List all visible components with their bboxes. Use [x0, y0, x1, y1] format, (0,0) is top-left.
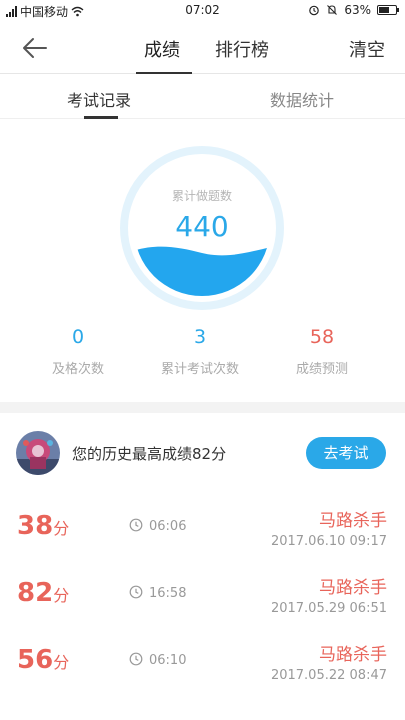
gauge-label: 累计做题数: [171, 189, 232, 203]
stat-label: 及格次数: [51, 362, 104, 377]
battery-percent: 63%: [344, 3, 371, 17]
stat-label: 累计考试次数: [160, 362, 239, 377]
mute-icon: [327, 5, 338, 15]
tab-leaderboard[interactable]: 排行榜: [215, 36, 269, 62]
exam-record-row[interactable]: 56分 06:10 马路杀手 2017.05.22 08:47: [0, 637, 405, 703]
record-score: 56分: [17, 645, 69, 675]
gauge-value: 440: [175, 210, 229, 243]
stat-pass-count: 0 及格次数: [23, 326, 133, 377]
score-unit: 分: [53, 653, 70, 672]
record-duration: 06:06: [149, 519, 187, 534]
section-divider: [0, 402, 405, 413]
exam-record-row[interactable]: 38分 06:06 马路杀手 2017.06.10 09:17: [0, 503, 405, 569]
clock-icon: [129, 652, 143, 666]
active-subtab-indicator: [84, 116, 118, 119]
score-unit: 分: [53, 586, 70, 605]
score-unit: 分: [53, 519, 70, 538]
stat-label: 成绩预测: [295, 362, 348, 377]
score-number: 82: [17, 578, 54, 608]
stat-value: 3: [193, 326, 207, 348]
question-count-gauge: 累计做题数 440: [120, 146, 284, 310]
stat-score-prediction: 58 成绩预测: [267, 326, 377, 377]
score-number: 38: [17, 511, 54, 541]
tab-data-stats[interactable]: 数据统计: [270, 87, 334, 111]
alarm-icon: [309, 5, 320, 16]
stat-exam-count: 3 累计考试次数: [145, 326, 255, 377]
best-score-text: 您的历史最高成绩82分: [72, 445, 227, 463]
tab-exam-records[interactable]: 考试记录: [67, 87, 131, 111]
record-title: 马路杀手: [319, 511, 387, 531]
sub-tabs: 考试记录 数据统计: [0, 75, 405, 119]
avatar[interactable]: [16, 431, 60, 475]
record-duration: 16:58: [149, 586, 187, 601]
battery-icon: [377, 5, 399, 15]
back-arrow-icon[interactable]: [20, 34, 50, 62]
clock-icon: [129, 585, 143, 599]
stat-value: 0: [71, 326, 85, 348]
start-exam-button[interactable]: 去考试: [306, 437, 386, 469]
nav-bar: 成绩 排行榜 清空: [0, 22, 405, 74]
clock-icon: [129, 518, 143, 532]
record-title: 马路杀手: [319, 578, 387, 598]
score-number: 56: [17, 645, 54, 675]
active-tab-indicator: [136, 72, 192, 74]
record-title: 马路杀手: [319, 645, 387, 665]
record-date: 2017.06.10 09:17: [270, 534, 387, 549]
record-duration: 06:10: [149, 653, 187, 668]
best-score-row: 您的历史最高成绩82分 去考试: [0, 413, 405, 493]
exam-record-row[interactable]: 82分 16:58 马路杀手 2017.05.29 06:51: [0, 570, 405, 636]
record-score: 82分: [17, 578, 69, 608]
record-date: 2017.05.22 08:47: [270, 668, 387, 683]
tab-score[interactable]: 成绩: [144, 36, 180, 62]
clear-button[interactable]: 清空: [349, 36, 385, 62]
record-score: 38分: [17, 511, 69, 541]
status-bar: 中国移动 07:02 63%: [0, 0, 405, 22]
stat-value: 58: [309, 326, 335, 348]
record-date: 2017.05.29 06:51: [270, 601, 387, 616]
status-right: 63%: [308, 3, 399, 17]
